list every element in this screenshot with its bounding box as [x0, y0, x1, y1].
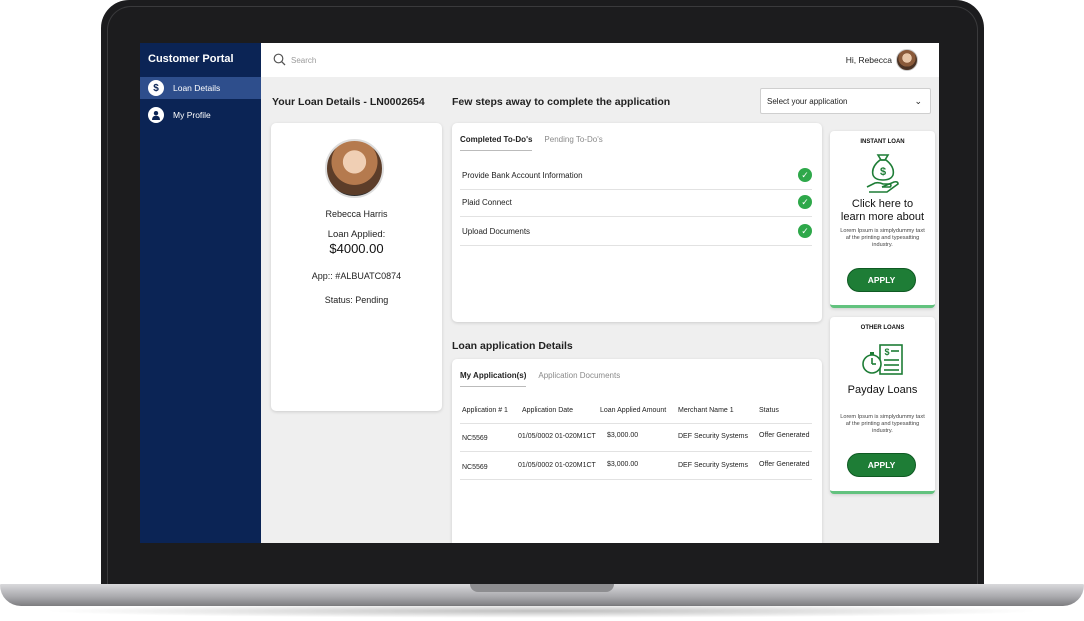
money-bag-hand-icon: $ — [866, 154, 899, 193]
table-cell: $3,000.00 — [607, 461, 639, 468]
search-input[interactable] — [291, 53, 491, 67]
table-cell: 01/05/0002 01-020M1CT — [518, 462, 596, 469]
tab-my-applications[interactable]: My Application(s) — [460, 371, 527, 387]
laptop-notch — [470, 584, 614, 592]
promo-description: Lorem Ipsum is simplydummy taxt af the p… — [840, 414, 925, 434]
table-cell: Offer Generated — [759, 461, 810, 468]
application-select-value: Select your application — [767, 96, 848, 106]
table-cell: DEF Security Systems — [678, 433, 749, 440]
promo-tag: OTHER LOANS — [860, 325, 905, 331]
screen: Customer Portal $ Loan Details My Profil… — [140, 43, 939, 543]
app-title: Customer Portal — [148, 53, 234, 65]
table-cell: 01/05/0002 01-020M1CT — [518, 433, 596, 440]
column-header: Loan Applied Amount — [600, 407, 667, 414]
check-icon: ✓ — [798, 195, 812, 209]
profile-photo — [325, 139, 384, 198]
profile-card: Rebecca Harris Loan Applied: $4000.00 Ap… — [271, 123, 442, 411]
sidebar-item-loan-details[interactable]: $ Loan Details — [140, 77, 261, 99]
stopwatch-document-icon: $ — [861, 344, 903, 375]
promo-description: Lorem Ipsum is simplydummy taxt af the p… — [840, 228, 925, 248]
promo-tag: INSTANT LOAN — [860, 139, 905, 145]
avatar[interactable] — [896, 49, 918, 71]
app-details-heading: Loan application Details — [452, 340, 573, 352]
check-icon: ✓ — [798, 168, 812, 182]
row-divider — [460, 423, 812, 424]
table-cell: NC5569 — [462, 464, 488, 471]
instant-loan-card: INSTANT LOAN $ Click here to learn more … — [830, 131, 935, 308]
todo-item-label: Provide Bank Account Information — [462, 170, 583, 180]
dollar-icon: $ — [148, 80, 164, 96]
other-loans-card: OTHER LOANS $ Payday Loans Lorem Ipsum i… — [830, 317, 935, 494]
column-header: Application Date — [522, 407, 573, 414]
sidebar-item-label: Loan Details — [173, 83, 221, 93]
user-icon — [148, 107, 164, 123]
profile-name: Rebecca Harris — [325, 209, 388, 219]
tab-pending-todos[interactable]: Pending To-Do's — [544, 135, 602, 151]
todo-item-label: Upload Documents — [462, 226, 531, 236]
check-icon: ✓ — [798, 224, 812, 238]
row-divider — [460, 479, 812, 480]
table-cell: NC5569 — [462, 435, 488, 442]
todo-tabs: Completed To-Do's Pending To-Do's — [460, 135, 603, 151]
status-text: Status: Pending — [324, 295, 389, 305]
svg-text:$: $ — [879, 166, 885, 178]
table-cell: Offer Generated — [759, 432, 810, 439]
laptop-shadow — [40, 604, 1044, 618]
todo-item-label: Plaid Connect — [462, 197, 512, 207]
tab-application-documents[interactable]: Application Documents — [538, 371, 620, 387]
promo-title: Payday Loans — [847, 384, 918, 396]
application-tabs: My Application(s) Application Documents — [460, 371, 620, 387]
promo-title: learn more about — [840, 211, 925, 223]
tab-completed-todos[interactable]: Completed To-Do's — [460, 135, 533, 151]
svg-text:$: $ — [884, 347, 889, 357]
greeting-text: Hi, Rebecca — [845, 55, 892, 65]
sidebar-item-my-profile[interactable]: My Profile — [140, 104, 261, 126]
chevron-down-icon: ⌄ — [914, 96, 922, 106]
todo-card: Completed To-Do's Pending To-Do's Provid… — [452, 123, 822, 322]
steps-heading: Few steps away to complete the applicati… — [452, 96, 671, 108]
loan-details-heading: Your Loan Details - LN0002654 — [272, 96, 425, 108]
search-icon[interactable] — [273, 53, 286, 66]
column-header: Status — [759, 407, 779, 414]
todo-item: Plaid Connect ✓ — [460, 188, 812, 217]
column-header: Application # 1 — [462, 407, 508, 414]
todo-item: Upload Documents ✓ — [460, 217, 812, 246]
sidebar-item-label: My Profile — [173, 110, 211, 120]
application-select[interactable]: Select your application ⌄ — [760, 88, 931, 114]
apply-instant-loan-button[interactable]: APPLY — [847, 268, 916, 292]
topbar: Hi, Rebecca — [261, 43, 939, 77]
todo-item: Provide Bank Account Information ✓ — [460, 161, 812, 190]
table-cell: $3,000.00 — [607, 432, 639, 439]
table-cell: DEF Security Systems — [678, 462, 749, 469]
apply-payday-loan-button[interactable]: APPLY — [847, 453, 916, 477]
application-number: App:: #ALBUATC0874 — [311, 271, 402, 281]
column-header: Merchant Name 1 — [678, 407, 734, 414]
loan-applied-label: Loan Applied: — [327, 229, 386, 240]
applications-card: My Application(s) Application Documents … — [452, 359, 822, 543]
promo-title: Click here to — [851, 198, 914, 210]
sidebar: Customer Portal $ Loan Details My Profil… — [140, 43, 261, 543]
row-divider — [460, 451, 812, 452]
loan-amount: $4000.00 — [329, 241, 384, 256]
